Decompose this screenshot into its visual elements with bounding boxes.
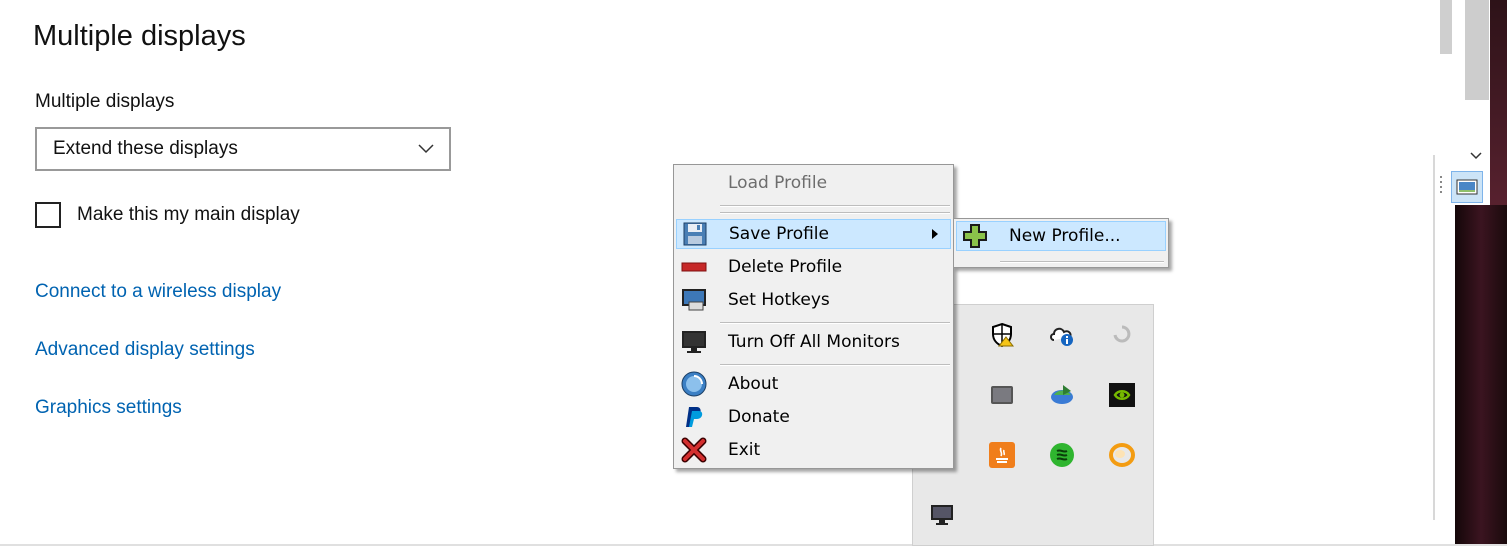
menu-item-label: Exit	[728, 440, 761, 460]
divider	[1433, 155, 1435, 520]
menu-item-label: New Profile...	[1009, 226, 1121, 246]
advanced-display-settings-link[interactable]: Advanced display settings	[35, 339, 255, 361]
orange-ring-icon[interactable]	[1107, 440, 1137, 470]
menu-item-delete-profile[interactable]: Delete Profile	[676, 252, 951, 282]
dropdown-value: Extend these displays	[53, 138, 238, 159]
menu-separator	[720, 212, 950, 214]
main-display-checkbox[interactable]	[35, 202, 61, 228]
menu-item-save-profile[interactable]: Save Profile	[676, 219, 951, 249]
monitor-icon	[680, 328, 708, 356]
multiple-displays-dropdown[interactable]: Extend these displays	[35, 127, 451, 171]
save-profile-submenu: New Profile...	[953, 218, 1169, 268]
menu-separator	[720, 205, 950, 207]
menu-item-label: Delete Profile	[728, 257, 843, 277]
menu-item-label: Set Hotkeys	[728, 290, 830, 310]
menu-item-label: About	[728, 374, 779, 394]
paypal-icon	[680, 403, 708, 431]
menu-item-new-profile[interactable]: New Profile...	[956, 221, 1166, 251]
outer-scrollbar-thumb[interactable]	[1465, 0, 1489, 100]
menu-item-exit[interactable]: Exit	[676, 435, 951, 465]
menu-item-about[interactable]: About	[676, 369, 951, 399]
minus-bar-icon	[680, 253, 708, 281]
multiple-displays-label: Multiple displays	[35, 91, 175, 112]
main-display-checkbox-row[interactable]: Make this my main display	[35, 202, 300, 228]
onedrive-info-icon[interactable]	[1047, 320, 1077, 350]
desktop-wallpaper	[1455, 205, 1507, 546]
scrollbar-thumb[interactable]	[1440, 0, 1452, 54]
monitor-tray-icon[interactable]	[927, 500, 957, 530]
menu-item-set-hotkeys[interactable]: Set Hotkeys	[676, 285, 951, 315]
toolbar-grip-icon	[1440, 176, 1442, 193]
graphics-settings-link[interactable]: Graphics settings	[35, 397, 182, 419]
floppy-disk-icon	[681, 220, 709, 248]
sync-icon[interactable]	[1107, 320, 1137, 350]
network-globe-icon[interactable]	[1047, 380, 1077, 410]
menu-item-turn-off-monitors[interactable]: Turn Off All Monitors	[676, 327, 951, 357]
tray-context-menu: Load Profile Save Profile Delete Profile…	[673, 164, 954, 469]
razer-icon[interactable]	[1047, 440, 1077, 470]
java-icon[interactable]	[987, 440, 1017, 470]
scroll-down-icon[interactable]	[1464, 146, 1488, 166]
nvidia-icon[interactable]	[1107, 380, 1137, 410]
menu-item-load-profile[interactable]: Load Profile	[676, 168, 951, 198]
menu-item-label: Donate	[728, 407, 790, 427]
menu-item-label: Save Profile	[729, 224, 829, 244]
menu-separator	[1000, 261, 1164, 263]
app-tray-icon[interactable]	[987, 380, 1017, 410]
security-shield-icon[interactable]	[987, 320, 1017, 350]
green-plus-icon	[961, 222, 989, 250]
menu-item-donate[interactable]: Donate	[676, 402, 951, 432]
menu-separator	[720, 322, 950, 324]
red-x-icon	[680, 436, 708, 464]
submenu-arrow-icon	[932, 229, 938, 239]
connect-wireless-display-link[interactable]: Connect to a wireless display	[35, 281, 281, 303]
menu-item-label: Load Profile	[728, 173, 828, 193]
menu-separator	[720, 364, 950, 366]
monitor-keyboard-icon	[680, 286, 708, 314]
main-display-checkbox-label: Make this my main display	[77, 204, 300, 225]
desktop-toolbar-icon[interactable]	[1451, 171, 1483, 203]
section-title: Multiple displays	[33, 20, 246, 52]
menu-item-label: Turn Off All Monitors	[728, 332, 900, 352]
globe-info-icon	[680, 370, 708, 398]
chevron-down-icon	[418, 144, 434, 154]
